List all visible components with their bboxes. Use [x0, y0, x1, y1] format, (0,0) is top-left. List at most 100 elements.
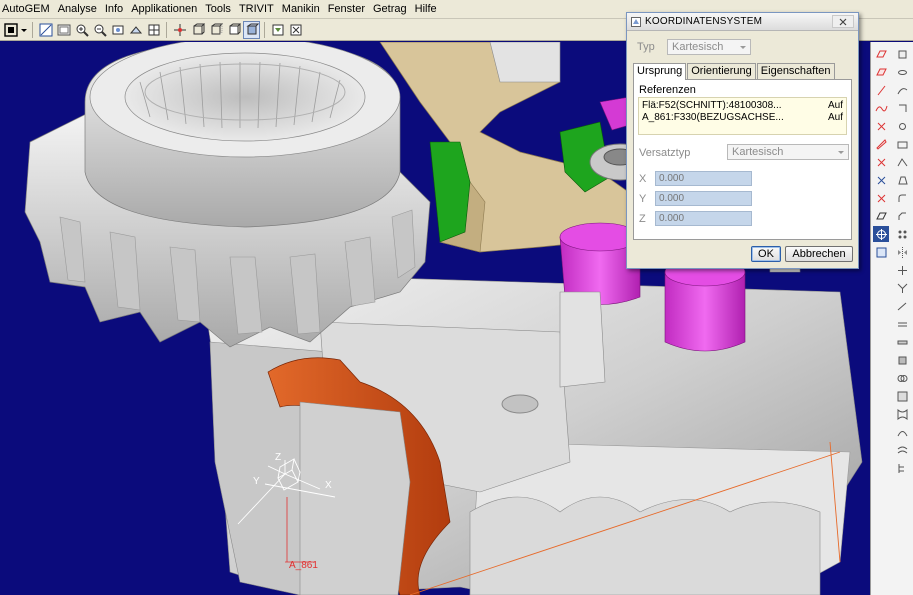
- offset-type-select[interactable]: Kartesisch: [727, 144, 849, 160]
- references-list[interactable]: Flä:F52(SCHNITT):48100308... Auf A_861:F…: [638, 97, 847, 135]
- trim-icon[interactable]: [894, 262, 910, 278]
- datum-plane-small-icon[interactable]: [873, 208, 889, 224]
- reference-state: Auf: [827, 100, 843, 111]
- point-icon[interactable]: [873, 154, 889, 170]
- fill-icon[interactable]: [894, 388, 910, 404]
- tab-eigenschaften[interactable]: Eigenschaften: [756, 63, 835, 79]
- close-window-icon[interactable]: [287, 21, 304, 39]
- model-tree-icon[interactable]: [894, 460, 910, 476]
- pattern-icon[interactable]: [894, 226, 910, 242]
- axis-label-x: X: [325, 480, 332, 491]
- offset-point-icon[interactable]: [873, 172, 889, 188]
- toolbar-separator: [32, 21, 33, 38]
- reference-text: Flä:F52(SCHNITT):48100308...: [642, 100, 782, 111]
- dropdown-icon[interactable]: [20, 21, 28, 39]
- menu-item-hilfe[interactable]: Hilfe: [411, 0, 441, 19]
- warp-icon[interactable]: [894, 442, 910, 458]
- redraw-icon[interactable]: [55, 21, 72, 39]
- offset-icon[interactable]: [894, 316, 910, 332]
- menu-item-trivit[interactable]: TRIVIT: [235, 0, 278, 19]
- coord-row-y: Y 0.000: [639, 191, 752, 206]
- ok-button[interactable]: OK: [751, 246, 781, 262]
- merge-icon[interactable]: [894, 280, 910, 296]
- zoom-in-icon[interactable]: [73, 21, 90, 39]
- coord-label-x: X: [639, 172, 647, 185]
- extend-icon[interactable]: [894, 298, 910, 314]
- views-icon[interactable]: [145, 21, 162, 39]
- chevron-down-icon: [740, 45, 746, 49]
- boundary-icon[interactable]: [894, 406, 910, 422]
- intersect-icon[interactable]: [894, 370, 910, 386]
- csys-icon[interactable]: [873, 226, 889, 242]
- fit-icon[interactable]: [109, 21, 126, 39]
- sweep-icon[interactable]: [894, 82, 910, 98]
- datum-toolbar: [870, 42, 913, 595]
- menu-item-manikin[interactable]: Manikin: [278, 0, 324, 19]
- reference-text: A_861:F330(BEZUGSACHSE...: [642, 112, 784, 123]
- menu-item-tools[interactable]: Tools: [201, 0, 235, 19]
- rib-icon[interactable]: [894, 154, 910, 170]
- type-select[interactable]: Kartesisch: [667, 39, 751, 55]
- list-item[interactable]: A_861:F330(BEZUGSACHSE... Auf: [642, 112, 843, 124]
- zoom-out-icon[interactable]: [91, 21, 108, 39]
- tab-ursprung[interactable]: Ursprung: [633, 63, 687, 80]
- round-icon[interactable]: [894, 190, 910, 206]
- datum-point-icon[interactable]: [873, 118, 889, 134]
- axis-label-y: Y: [253, 476, 260, 487]
- draft-icon[interactable]: [894, 172, 910, 188]
- dialog-title: KOORDINATENSYSTEM: [645, 16, 763, 27]
- spin-center-icon[interactable]: [171, 21, 188, 39]
- dialog-titlebar[interactable]: KOORDINATENSYSTEM: [627, 13, 858, 31]
- select-icon[interactable]: [2, 21, 19, 39]
- solidify-icon[interactable]: [894, 352, 910, 368]
- menu-item-getrag[interactable]: Getrag: [369, 0, 411, 19]
- close-icon: [839, 18, 847, 25]
- sketch-icon[interactable]: [873, 136, 889, 152]
- menu-item-analyse[interactable]: Analyse: [54, 0, 101, 19]
- menu-item-applikationen[interactable]: Applikationen: [127, 0, 201, 19]
- hole-icon[interactable]: [894, 118, 910, 134]
- chamfer-icon[interactable]: [894, 208, 910, 224]
- cancel-button[interactable]: Abbrechen: [785, 246, 853, 262]
- tab-orientierung[interactable]: Orientierung: [687, 63, 756, 79]
- mirror-icon[interactable]: [894, 244, 910, 260]
- coord-input-z[interactable]: 0.000: [655, 211, 752, 226]
- list-item[interactable]: Flä:F52(SCHNITT):48100308... Auf: [642, 100, 843, 112]
- close-button[interactable]: [832, 15, 854, 28]
- revolve-icon[interactable]: [894, 64, 910, 80]
- coord-input-y[interactable]: 0.000: [655, 191, 752, 206]
- style-icon[interactable]: [894, 424, 910, 440]
- coord-input-x[interactable]: 0.000: [655, 171, 752, 186]
- datum-axis-icon[interactable]: [873, 82, 889, 98]
- reorient-icon[interactable]: [127, 21, 144, 39]
- hidden-line-icon[interactable]: [207, 21, 224, 39]
- save-icon[interactable]: [37, 21, 54, 39]
- datum-toolbar-column: [873, 46, 891, 260]
- analysis-icon[interactable]: [873, 244, 889, 260]
- no-hidden-icon[interactable]: [225, 21, 242, 39]
- sketch-curve-icon[interactable]: [873, 100, 889, 116]
- chevron-down-icon: [838, 150, 844, 154]
- coordinate-system-dialog: KOORDINATENSYSTEM Typ Kartesisch Ursprun…: [626, 12, 859, 269]
- wireframe-icon[interactable]: [189, 21, 206, 39]
- csys-label: A_861: [289, 560, 318, 571]
- menu-item-fenster[interactable]: Fenster: [324, 0, 369, 19]
- shell-icon[interactable]: [894, 136, 910, 152]
- reference-state: Auf: [827, 112, 843, 123]
- field-point-icon[interactable]: [873, 190, 889, 206]
- blend-icon[interactable]: [894, 100, 910, 116]
- thicken-icon[interactable]: [894, 334, 910, 350]
- menu-item-autogem[interactable]: AutoGEM: [0, 0, 54, 19]
- extrude-icon[interactable]: [894, 46, 910, 62]
- axis-label-z: Z: [275, 452, 282, 463]
- type-row: Typ Kartesisch: [637, 39, 751, 55]
- ursprung-panel: Referenzen Flä:F52(SCHNITT):48100308... …: [633, 79, 852, 240]
- type-label: Typ: [637, 41, 655, 53]
- menu-item-info[interactable]: Info: [101, 0, 127, 19]
- datum-planes-icon[interactable]: [269, 21, 286, 39]
- main-toolbar: [0, 19, 630, 41]
- shaded-icon[interactable]: [243, 20, 260, 39]
- datum-plane-icon[interactable]: [873, 46, 889, 62]
- coord-label-z: Z: [639, 212, 646, 225]
- datum-plane-alt-icon[interactable]: [873, 64, 889, 80]
